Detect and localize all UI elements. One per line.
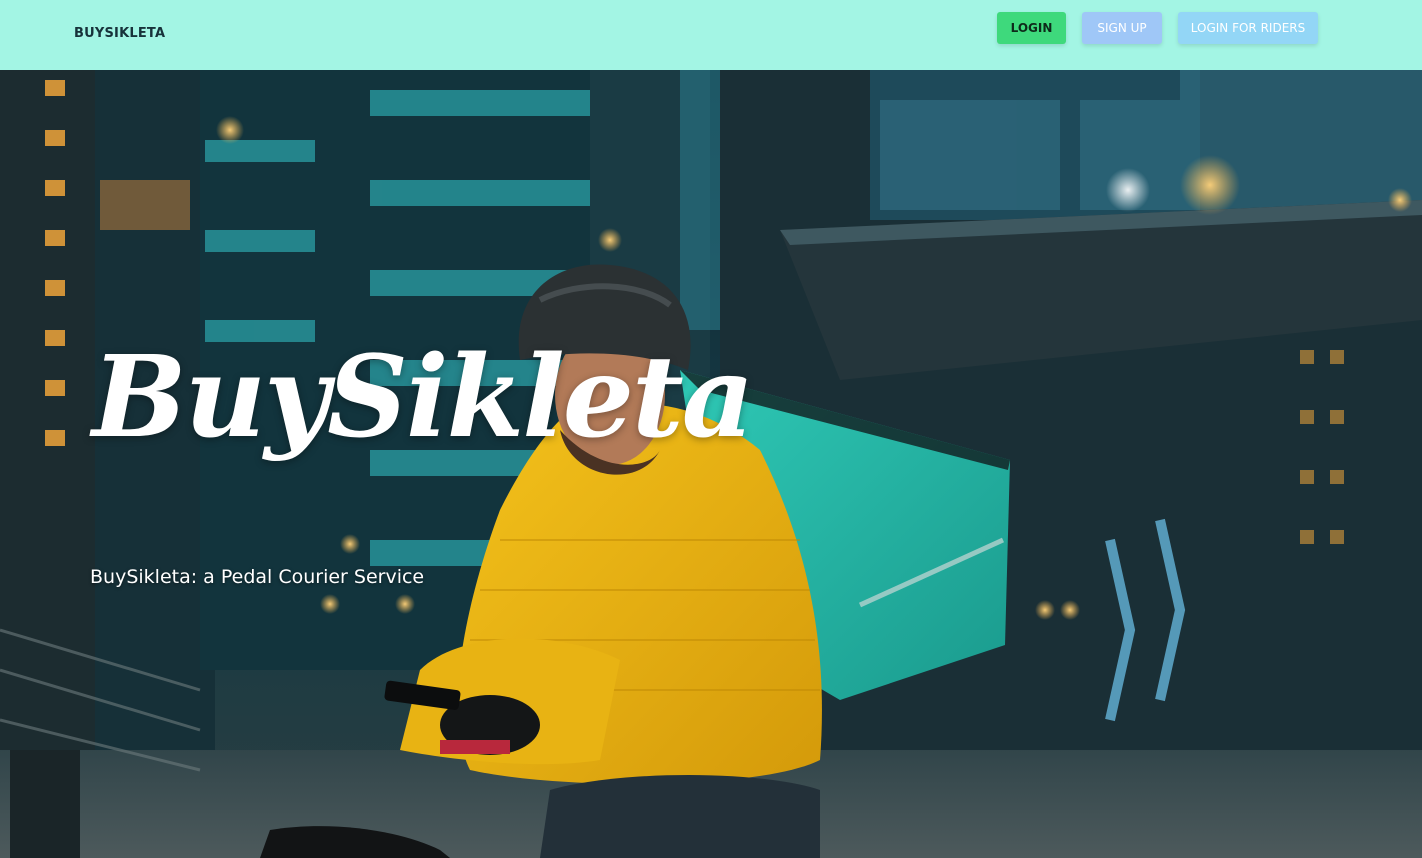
- login-for-riders-button[interactable]: LOGIN FOR RIDERS: [1178, 12, 1318, 44]
- hero-title: BuySikleta: [92, 332, 754, 463]
- hero-background-image: [0, 70, 1422, 858]
- login-button[interactable]: LOGIN: [997, 12, 1066, 44]
- hero-section: BuySikleta BuySikleta: a Pedal Courier S…: [0, 70, 1422, 858]
- hero-subtitle: BuySikleta: a Pedal Courier Service: [90, 566, 425, 588]
- page: BUYSIKLETA LOGIN SIGN UP LOGIN FOR RIDER…: [0, 0, 1422, 858]
- top-navbar: BUYSIKLETA LOGIN SIGN UP LOGIN FOR RIDER…: [0, 0, 1422, 70]
- sign-up-button[interactable]: SIGN UP: [1082, 12, 1162, 44]
- brand-logo-text[interactable]: BUYSIKLETA: [74, 26, 165, 41]
